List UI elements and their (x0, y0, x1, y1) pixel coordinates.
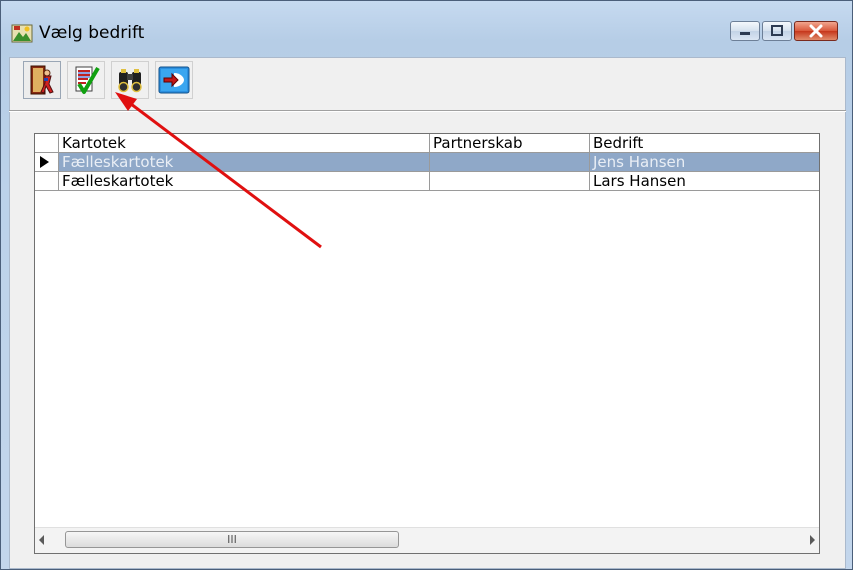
checklist-icon (75, 66, 100, 94)
maximize-icon (771, 25, 783, 36)
scroll-right-icon[interactable] (810, 535, 815, 545)
window-title: Vælg bedrift (39, 23, 145, 43)
bedrift-grid[interactable]: Kartotek Partnerskab Bedrift Fælleskarto… (34, 133, 820, 554)
cell-bedrift[interactable]: Jens Hansen (590, 153, 819, 172)
row-indicator-cell (35, 153, 59, 172)
cell-kartotek[interactable]: Fælleskartotek (59, 153, 430, 172)
cell-partnerskab[interactable] (430, 153, 590, 172)
select-button[interactable] (67, 61, 105, 99)
minimize-button[interactable] (730, 21, 760, 41)
column-header-partnerskab[interactable]: Partnerskab (430, 134, 590, 153)
dialog-window: Vælg bedrift Kartotek Partnerskab Bedrif… (0, 0, 853, 570)
scrollbar-grip: III (227, 533, 237, 546)
scrollbar-thumb[interactable]: III (65, 531, 399, 548)
grid-header-row: Kartotek Partnerskab Bedrift (35, 134, 819, 153)
search-button[interactable] (111, 61, 149, 99)
scroll-left-icon[interactable] (39, 535, 44, 545)
door-exit-icon (30, 65, 54, 95)
import-button[interactable] (155, 61, 193, 99)
close-icon (809, 24, 823, 38)
toolbar (23, 61, 193, 105)
cell-bedrift[interactable]: Lars Hansen (590, 172, 819, 191)
current-row-indicator-icon (40, 156, 49, 168)
close-button[interactable] (794, 21, 838, 41)
maximize-button[interactable] (762, 21, 792, 41)
app-icon (11, 24, 33, 43)
column-header-kartotek[interactable]: Kartotek (59, 134, 430, 153)
toolbar-divider (9, 110, 846, 112)
row-indicator-cell (35, 172, 59, 191)
title-bar[interactable]: Vælg bedrift (9, 19, 844, 47)
column-header-bedrift[interactable]: Bedrift (590, 134, 819, 153)
arrow-import-icon (158, 66, 190, 94)
binoculars-icon (118, 69, 142, 93)
header-indicator-cell (35, 134, 59, 153)
horizontal-scrollbar[interactable]: III (35, 527, 819, 553)
caption-buttons (730, 21, 838, 43)
table-row[interactable]: Fælleskartotek Lars Hansen (35, 172, 819, 191)
minimize-icon (740, 32, 750, 35)
table-row[interactable]: Fælleskartotek Jens Hansen (35, 153, 819, 172)
cell-kartotek[interactable]: Fælleskartotek (59, 172, 430, 191)
exit-button[interactable] (23, 61, 61, 99)
cell-partnerskab[interactable] (430, 172, 590, 191)
